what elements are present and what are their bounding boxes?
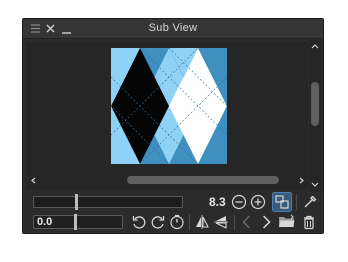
scroll-right-icon[interactable] — [299, 177, 305, 184]
fit-to-window-icon[interactable] — [272, 192, 292, 212]
zoom-slider-thumb[interactable] — [75, 194, 78, 210]
rotate-left-icon[interactable] — [131, 214, 147, 230]
open-folder-icon[interactable] — [278, 214, 296, 230]
window-title: Sub View — [148, 22, 198, 34]
scroll-left-icon[interactable] — [30, 177, 36, 184]
title-bar: Sub View — [23, 19, 323, 39]
vertical-scrollbar[interactable] — [309, 40, 321, 192]
image-canvas[interactable] — [111, 48, 227, 164]
scroll-up-icon[interactable] — [311, 43, 319, 49]
next-image-icon[interactable] — [258, 214, 274, 230]
rotation-slider-thumb[interactable] — [74, 214, 77, 230]
rotation-value: 0.0 — [37, 216, 53, 228]
flip-vertical-icon[interactable] — [213, 214, 229, 230]
zoom-value: 8.3 — [209, 195, 226, 209]
zoom-slider[interactable] — [33, 194, 183, 210]
sub-view-panel: Sub View 8.3 0.0 — [22, 18, 324, 234]
rotation-field[interactable]: 0.0 — [33, 214, 123, 230]
zoom-in-icon[interactable] — [250, 194, 266, 210]
previous-image-icon[interactable] — [239, 214, 255, 230]
divider — [189, 214, 190, 230]
divider — [234, 214, 235, 230]
rotate-right-icon[interactable] — [150, 214, 166, 230]
divider — [296, 194, 297, 210]
flip-horizontal-icon[interactable] — [194, 214, 210, 230]
trash-icon[interactable] — [301, 214, 317, 230]
horizontal-scrollbar[interactable] — [27, 174, 308, 186]
horizontal-scroll-thumb[interactable] — [127, 176, 279, 184]
vertical-scroll-thumb[interactable] — [311, 82, 319, 126]
reset-rotation-icon[interactable] — [169, 214, 185, 230]
preview-viewport[interactable] — [27, 42, 308, 190]
scroll-down-icon[interactable] — [311, 182, 319, 188]
eyedropper-icon[interactable] — [302, 194, 318, 210]
zoom-out-icon[interactable] — [231, 194, 247, 210]
